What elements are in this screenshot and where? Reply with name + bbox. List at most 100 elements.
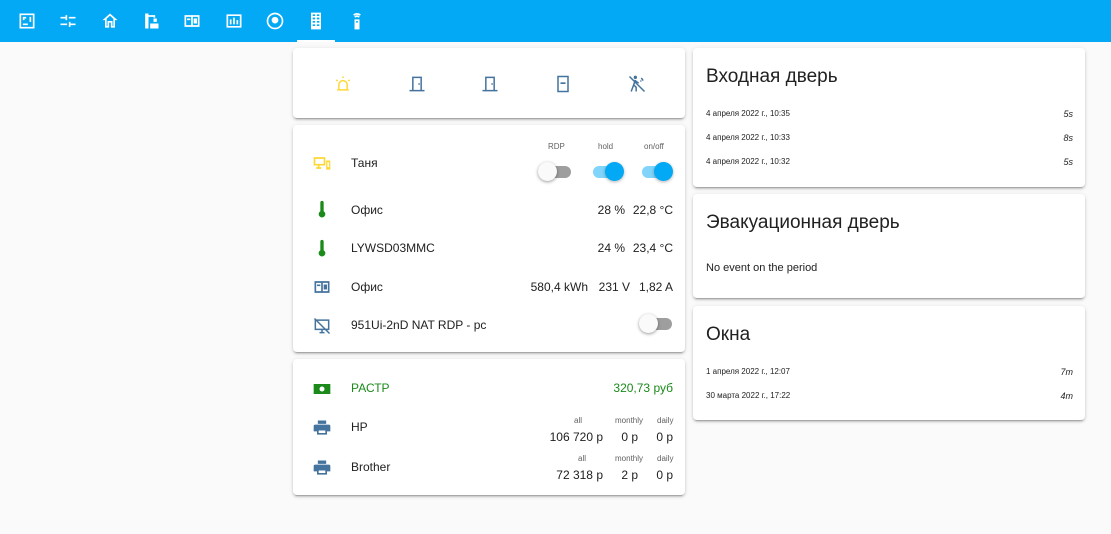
front-door-event-date[interactable]: 4 апреля 2022 г., 10:32 — [706, 157, 790, 167]
tanya-onoff-toggle[interactable] — [642, 162, 676, 183]
front-door-title: Входная дверь — [706, 66, 838, 87]
monitor-off-icon — [313, 317, 331, 335]
thermometer-icon — [318, 239, 326, 257]
windows-card: Окна 1 апреля 2022 г., 12:07 7m 30 марта… — [693, 306, 1085, 420]
brother-name: Brother — [351, 460, 391, 474]
hp-monthly: 0 р — [621, 430, 638, 444]
printer-icon — [313, 420, 331, 435]
hp-all-header: all — [574, 416, 583, 425]
lywsd-icon-wrap — [312, 239, 332, 259]
office-building-icon — [311, 12, 321, 30]
meter-icon — [184, 15, 200, 27]
office-power-icon-wrap — [312, 277, 332, 297]
office-power-name: Офис — [351, 280, 383, 294]
office-voltage: 231 V — [598, 280, 630, 294]
tab-sliders[interactable] — [47, 0, 89, 42]
front-door-event-duration: 8s — [1063, 133, 1073, 143]
tab-crane[interactable] — [130, 0, 172, 42]
office-temp-name: Офис — [351, 203, 383, 217]
tab-meter[interactable] — [171, 0, 213, 42]
rastr-icon-wrap — [312, 379, 332, 399]
cash-icon — [313, 384, 331, 394]
hp-daily-header: daily — [657, 416, 674, 425]
robot-vacuum-icon — [266, 12, 284, 30]
evac-door-card: Эвакуационная дверь No event on the peri… — [693, 194, 1085, 298]
tab-floorplan[interactable] — [6, 0, 48, 42]
hold-header: hold — [598, 142, 614, 151]
hp-all: 106 720 р — [549, 430, 603, 444]
rdp-header: RDP — [548, 142, 565, 151]
tab-remote[interactable] — [336, 0, 378, 42]
door-sensor-icon — [557, 75, 569, 93]
tab-office[interactable] — [295, 0, 337, 42]
brother-icon-wrap — [312, 458, 332, 478]
front-door-event-date[interactable]: 4 апреля 2022 г., 10:35 — [706, 109, 790, 119]
quick-status-card — [293, 48, 685, 118]
tab-home[interactable] — [89, 0, 131, 42]
nat-icon-wrap — [312, 316, 332, 336]
monitor-cellphone-icon — [313, 157, 331, 170]
brother-daily-header: daily — [657, 454, 674, 463]
lywsd-humidity: 24 % — [597, 241, 625, 255]
top-app-bar — [0, 0, 1111, 42]
windows-event-date[interactable]: 1 апреля 2022 г., 12:07 — [706, 367, 790, 377]
office-humidity: 28 % — [597, 203, 625, 217]
billing-card: РАСТР 320,73 руб all monthly daily HP 10… — [293, 359, 685, 495]
windows-event-duration: 4m — [1060, 391, 1073, 401]
evac-door-title: Эвакуационная дверь — [706, 212, 900, 233]
onoff-header: on/off — [644, 142, 664, 151]
hp-name: HP — [351, 420, 368, 434]
door-icon — [482, 76, 498, 92]
door-button-2[interactable] — [480, 74, 500, 94]
tanya-name: Таня — [351, 156, 378, 170]
front-door-card: Входная дверь 4 апреля 2022 г., 10:35 5s… — [693, 48, 1085, 187]
tanya-hold-toggle[interactable] — [593, 162, 627, 183]
brother-all: 72 318 р — [556, 468, 603, 482]
front-door-event-date[interactable]: 4 апреля 2022 г., 10:33 — [706, 133, 790, 143]
nat-name: 951Ui-2nD NAT RDP - pc — [351, 318, 487, 332]
office-current: 1,82 A — [638, 280, 673, 294]
alarm-light-button[interactable] — [333, 74, 353, 94]
crane-icon — [145, 13, 159, 29]
tab-dashboard[interactable] — [213, 0, 255, 42]
office-entities-card: RDP hold on/off Таня Офис 28 % 22,8 °C L… — [293, 125, 685, 352]
brother-daily: 0 р — [656, 468, 673, 482]
printer-icon — [313, 460, 331, 475]
motion-sensor-icon — [628, 75, 646, 93]
rastr-name: РАСТР — [351, 381, 390, 395]
windows-event-date[interactable]: 30 марта 2022 г., 17:22 — [706, 391, 790, 401]
tanya-icon-wrap — [312, 153, 332, 173]
office-temp-icon-wrap — [312, 200, 332, 220]
hp-daily: 0 р — [656, 430, 673, 444]
door-sensor-button[interactable] — [553, 74, 573, 94]
nat-toggle[interactable] — [639, 314, 676, 335]
remote-icon — [353, 13, 361, 30]
front-door-event-duration: 5s — [1063, 157, 1073, 167]
sliders-icon — [60, 15, 76, 27]
evac-door-message: No event on the period — [706, 262, 818, 274]
brother-monthly: 2 р — [621, 468, 638, 482]
dashboard-icon — [226, 14, 242, 28]
door-button-1[interactable] — [407, 74, 427, 94]
floorplan-icon — [19, 13, 35, 29]
windows-event-duration: 7m — [1060, 367, 1073, 377]
tab-vacuum[interactable] — [254, 0, 296, 42]
lywsd-name: LYWSD03MMC — [351, 241, 435, 255]
tanya-rdp-toggle[interactable] — [538, 162, 575, 183]
hp-icon-wrap — [312, 418, 332, 438]
door-icon — [409, 76, 425, 92]
windows-title: Окна — [706, 324, 751, 345]
thermometer-icon — [318, 200, 326, 218]
alarm-light-icon — [335, 76, 351, 91]
meter-icon — [314, 281, 330, 293]
office-temperature: 22,8 °C — [632, 203, 673, 217]
brother-monthly-header: monthly — [615, 454, 644, 463]
front-door-event-duration: 5s — [1063, 109, 1073, 119]
motion-sensor-button[interactable] — [627, 74, 647, 94]
office-energy: 580,4 kWh — [530, 280, 588, 294]
brother-all-header: all — [578, 454, 587, 463]
hp-monthly-header: monthly — [615, 416, 644, 425]
rastr-value: 320,73 руб — [613, 381, 673, 395]
home-icon — [102, 13, 118, 28]
lywsd-temperature: 23,4 °C — [632, 241, 673, 255]
